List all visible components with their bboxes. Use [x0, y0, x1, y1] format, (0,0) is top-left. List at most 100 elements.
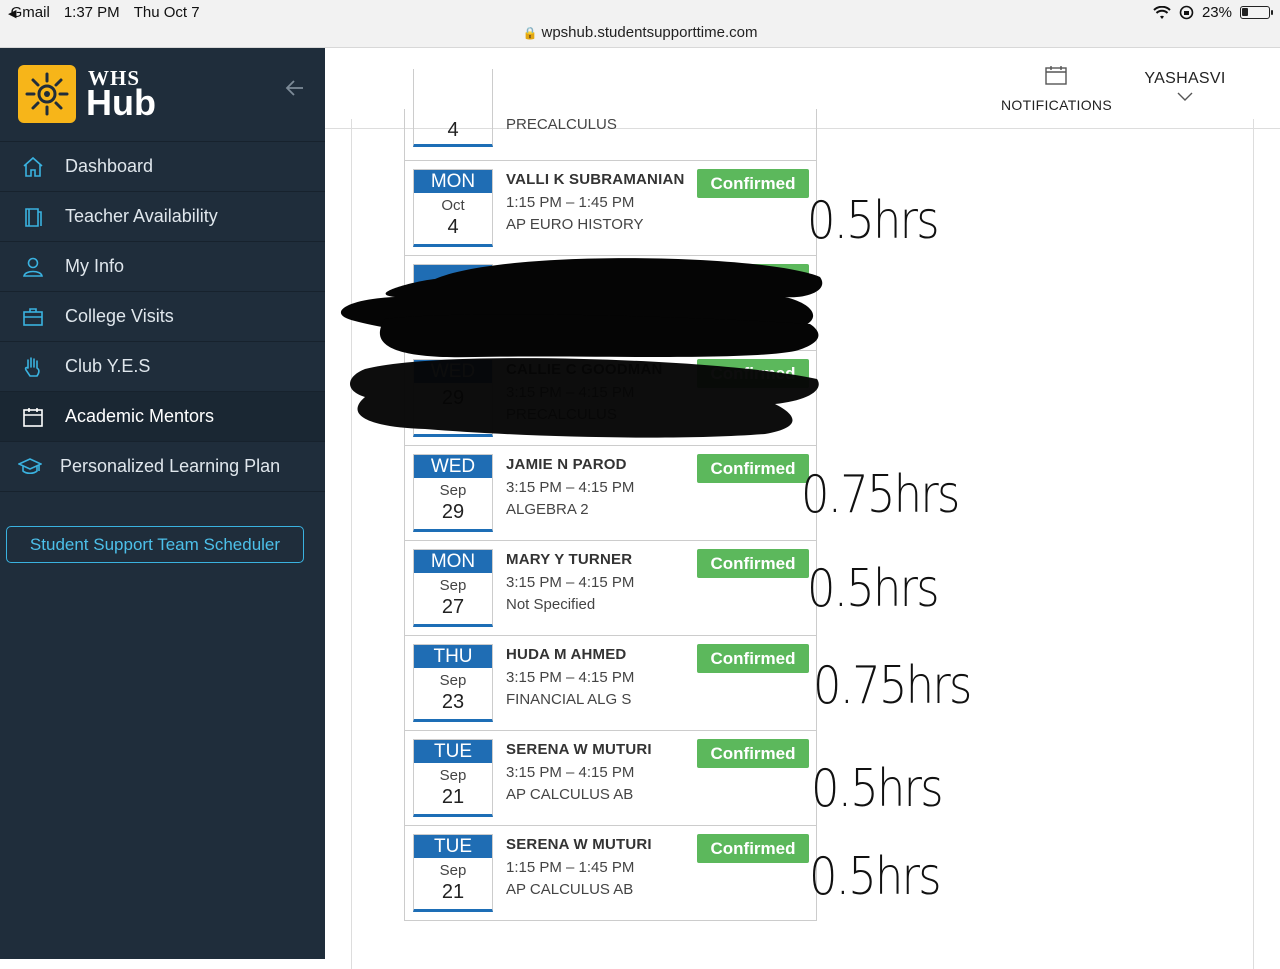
appointments-panel: 4 PRECALCULUS MON Oct 4 VALLI K SUBRAMAN… [351, 69, 1254, 969]
date-day: 29 [441, 387, 465, 409]
date-tile [413, 264, 493, 342]
browser-status-bar: ◀ Gmail 1:37 PM Thu Oct 7 23% 🔒 wpshub.st… [0, 0, 1280, 48]
date-tile: TUE Sep 21 [413, 834, 493, 912]
list-item[interactable]: WED Sep 29 JAMIE N PAROD 3:15 PM – 4:15 … [404, 446, 817, 541]
list-item[interactable]: MON Oct 4 VALLI K SUBRAMANIAN 1:15 PM – … [404, 161, 817, 256]
mentor-name: VALLI K SUBRAMANIAN [506, 171, 685, 188]
sidebar-item-college-visits[interactable]: College Visits [0, 292, 325, 342]
date-dow [414, 265, 492, 288]
hand-icon [0, 355, 65, 379]
back-to-app-link[interactable]: ◀ Gmail [8, 4, 50, 21]
mentor-name: HUDA M AHMED [506, 646, 627, 663]
date-month: Sep [439, 482, 467, 499]
status-badge: Confirmed [697, 454, 809, 483]
list-item[interactable]: 4 PRECALCULUS [404, 69, 817, 161]
appointment-subject: PRECALCULUS [506, 116, 617, 133]
date-tile: MON Oct 4 [413, 169, 493, 247]
handwritten-hours: 0.75hrs [813, 656, 972, 716]
list-item[interactable] [404, 256, 817, 351]
appointment-time: 1:15 PM – 1:45 PM [506, 194, 635, 211]
status-date: Thu Oct 7 [133, 4, 200, 21]
date-month: Sep [439, 672, 467, 689]
sidebar-item-personalized-learning-plan[interactable]: Personalized Learning Plan [0, 442, 325, 492]
battery-icon [1240, 6, 1273, 19]
status-badge: Confirmed [697, 644, 809, 673]
handwritten-hours: 0.5hrs [807, 191, 940, 251]
date-month: Sep [439, 862, 467, 879]
date-dow: WED [414, 455, 492, 478]
appointment-info: CALLIE C GOODMAN 3:15 PM – 4:15 PM PRECA… [506, 361, 663, 423]
appointment-subject: Not Specified [506, 596, 596, 613]
list-item[interactable]: TUE Sep 21 SERENA W MUTURI 3:15 PM – 4:1… [404, 731, 817, 826]
brand-line2: Hub [86, 82, 156, 123]
handwritten-hours: 0.5hrs [811, 759, 944, 819]
user-menu[interactable]: YASHASVI [1135, 70, 1235, 107]
list-item[interactable]: MON Sep 27 MARY Y TURNER 3:15 PM – 4:15 … [404, 541, 817, 636]
date-tile: THU Sep 23 [413, 644, 493, 722]
status-badge: Confirmed [697, 834, 809, 863]
url-bar[interactable]: 🔒 wpshub.studentsupporttime.com [0, 24, 1280, 41]
book-icon [0, 205, 65, 229]
appointment-time: 3:15 PM – 4:15 PM [506, 479, 635, 496]
notifications-button[interactable]: NOTIFICATIONS [1001, 64, 1112, 113]
date-month: Sep [439, 577, 467, 594]
notifications-calendar-icon [1045, 66, 1067, 85]
sidebar-item-club-yes[interactable]: Club Y.E.S [0, 342, 325, 392]
user-name: YASHASVI [1144, 70, 1226, 87]
sidebar-item-my-info[interactable]: My Info [0, 242, 325, 292]
date-day: 4 [447, 216, 459, 238]
mentor-name: JAMIE N PAROD [506, 456, 627, 473]
sidebar-item-label: Personalized Learning Plan [60, 456, 281, 476]
date-tile: TUE Sep 21 [413, 739, 493, 817]
status-badge: Confirmed [697, 549, 809, 578]
sidebar-item-label: My Info [65, 256, 125, 276]
mentor-name: MARY Y TURNER [506, 551, 633, 568]
url-text[interactable]: wpshub.studentsupporttime.com [542, 24, 758, 41]
appointment-time: 1:15 PM – 1:45 PM [506, 859, 635, 876]
appointment-info: JAMIE N PAROD 3:15 PM – 4:15 PM ALGEBRA … [506, 456, 634, 518]
sidebar: WHS Hub Dashboard Teacher Availability M… [0, 48, 325, 959]
status-time: 1:37 PM [63, 4, 120, 21]
status-badge: Confirmed [697, 359, 809, 388]
date-dow: MON [414, 170, 492, 193]
sidebar-item-dashboard[interactable]: Dashboard [0, 142, 325, 192]
brand-header: WHS Hub [0, 48, 325, 142]
notifications-label: NOTIFICATIONS [1001, 97, 1112, 113]
appointment-time: 3:15 PM – 4:15 PM [506, 669, 635, 686]
date-month: Oct [441, 197, 465, 214]
date-day: 21 [441, 881, 465, 903]
list-item[interactable]: THU Sep 23 HUDA M AHMED 3:15 PM – 4:15 P… [404, 636, 817, 731]
date-day: 23 [441, 691, 465, 713]
graduation-cap-icon [0, 455, 60, 479]
mentor-name: SERENA W MUTURI [506, 741, 652, 758]
date-dow: TUE [414, 835, 492, 858]
appointment-subject: PRECALCULUS [506, 406, 617, 423]
sidebar-item-label: Teacher Availability [65, 206, 218, 226]
date-day: 4 [447, 119, 459, 141]
appointment-info: SERENA W MUTURI 3:15 PM – 4:15 PM AP CAL… [506, 741, 652, 803]
main-content: 4 PRECALCULUS MON Oct 4 VALLI K SUBRAMAN… [325, 69, 1280, 969]
sun-logo-icon[interactable] [18, 65, 76, 123]
back-app-label[interactable]: Gmail [11, 4, 50, 21]
wifi-icon [1153, 5, 1171, 19]
sidebar-item-teacher-availability[interactable]: Teacher Availability [0, 192, 325, 242]
calendar-icon [0, 405, 65, 429]
arrow-left-icon[interactable] [283, 76, 307, 100]
date-day: 27 [441, 596, 465, 618]
student-support-scheduler-button[interactable]: Student Support Team Scheduler [6, 526, 304, 563]
list-item[interactable]: TUE Sep 21 SERENA W MUTURI 1:15 PM – 1:4… [404, 826, 817, 921]
list-item[interactable]: WED 29 CALLIE C GOODMAN 3:15 PM – 4:15 P… [404, 351, 817, 446]
date-month: Sep [439, 767, 467, 784]
date-tile: 4 [413, 69, 493, 147]
date-tile: WED 29 [413, 359, 493, 437]
date-tile: MON Sep 27 [413, 549, 493, 627]
handwritten-hours: 0.75hrs [801, 465, 960, 525]
date-dow: TUE [414, 740, 492, 763]
appointment-info: HUDA M AHMED 3:15 PM – 4:15 PM FINANCIAL… [506, 646, 634, 708]
sidebar-item-academic-mentors[interactable]: Academic Mentors [0, 392, 325, 442]
handwritten-hours: 0.5hrs [809, 847, 942, 907]
appointment-subject: ALGEBRA 2 [506, 501, 589, 518]
appointment-info: VALLI K SUBRAMANIAN 1:15 PM – 1:45 PM AP… [506, 171, 685, 233]
sidebar-nav: Dashboard Teacher Availability My Info C… [0, 142, 325, 492]
sidebar-item-label: Club Y.E.S [65, 356, 151, 376]
